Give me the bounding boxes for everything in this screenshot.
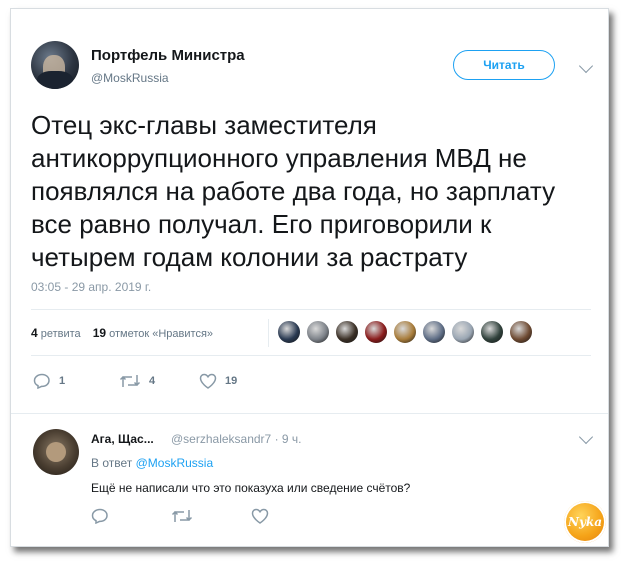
- likes-label: отметок «Нравится»: [109, 328, 214, 340]
- divider: [31, 309, 591, 310]
- stats-separator: [268, 319, 269, 347]
- retweet-icon: [119, 375, 141, 387]
- reply-to-line: В ответ @MoskRussia: [91, 456, 213, 470]
- author-name[interactable]: Портфель Министра: [91, 47, 245, 64]
- tweet-timestamp[interactable]: 03:05 - 29 апр. 2019 г.: [31, 280, 151, 294]
- liker-avatar[interactable]: [480, 320, 504, 344]
- likes-count: 19: [92, 326, 107, 340]
- retweets-stat[interactable]: 4 ретвита: [31, 326, 81, 340]
- likes-stat[interactable]: 19 отметок «Нравится»: [92, 326, 214, 340]
- reply-to-mention[interactable]: @MoskRussia: [136, 456, 214, 470]
- liker-avatar[interactable]: [277, 320, 301, 344]
- reply-meta: @serzhaleksandr7 · 9 ч.: [171, 432, 302, 446]
- reply-reply-action[interactable]: [91, 508, 109, 524]
- reply-icon: [33, 373, 50, 389]
- reply-author-handle[interactable]: @serzhaleksandr7: [171, 432, 271, 446]
- retweet-icon: [171, 510, 193, 522]
- reply-like-action[interactable]: [251, 508, 269, 524]
- reply-count: 1: [59, 375, 66, 387]
- follow-button[interactable]: Читать: [453, 50, 555, 80]
- divider: [11, 413, 608, 414]
- reply-to-prefix: В ответ: [91, 456, 133, 470]
- divider: [31, 355, 591, 356]
- liker-avatar[interactable]: [335, 320, 359, 344]
- liker-avatar[interactable]: [509, 320, 533, 344]
- reply-menu-chevron-icon[interactable]: [578, 429, 594, 445]
- reply-time[interactable]: 9 ч.: [282, 432, 302, 446]
- reply-retweet-action[interactable]: [171, 508, 193, 524]
- liker-avatar[interactable]: [306, 320, 330, 344]
- retweet-action[interactable]: 4: [119, 373, 155, 389]
- reply-author-name[interactable]: Ага, Щас...: [91, 432, 154, 446]
- author-handle[interactable]: @MoskRussia: [91, 71, 169, 85]
- like-count: 19: [225, 375, 238, 387]
- reply-icon: [91, 508, 108, 524]
- tweet-menu-chevron-icon[interactable]: [578, 58, 594, 74]
- tweet-stats: 4 ретвита 19 отметок «Нравится»: [31, 326, 213, 340]
- reply-action[interactable]: 1: [33, 373, 65, 389]
- like-action[interactable]: 19: [199, 373, 237, 389]
- tweet-text: Отец экс-главы заместителя антикоррупцио…: [31, 110, 556, 272]
- retweets-count: 4: [31, 326, 38, 340]
- watermark-logo: Nyka: [564, 501, 606, 543]
- liker-avatar[interactable]: [393, 320, 417, 344]
- heart-icon: [199, 373, 217, 389]
- retweets-label: ретвита: [40, 328, 81, 340]
- liker-avatar[interactable]: [364, 320, 388, 344]
- retweet-count: 4: [149, 375, 156, 387]
- author-avatar[interactable]: [31, 41, 79, 89]
- heart-icon: [251, 508, 269, 524]
- liker-avatar[interactable]: [422, 320, 446, 344]
- tweet-screenshot-frame: Портфель Министра @MoskRussia Читать Оте…: [10, 8, 609, 547]
- liker-avatar[interactable]: [451, 320, 475, 344]
- reply-text: Ещё не написали что это показуха или све…: [91, 481, 411, 495]
- reply-author-avatar[interactable]: [33, 429, 79, 475]
